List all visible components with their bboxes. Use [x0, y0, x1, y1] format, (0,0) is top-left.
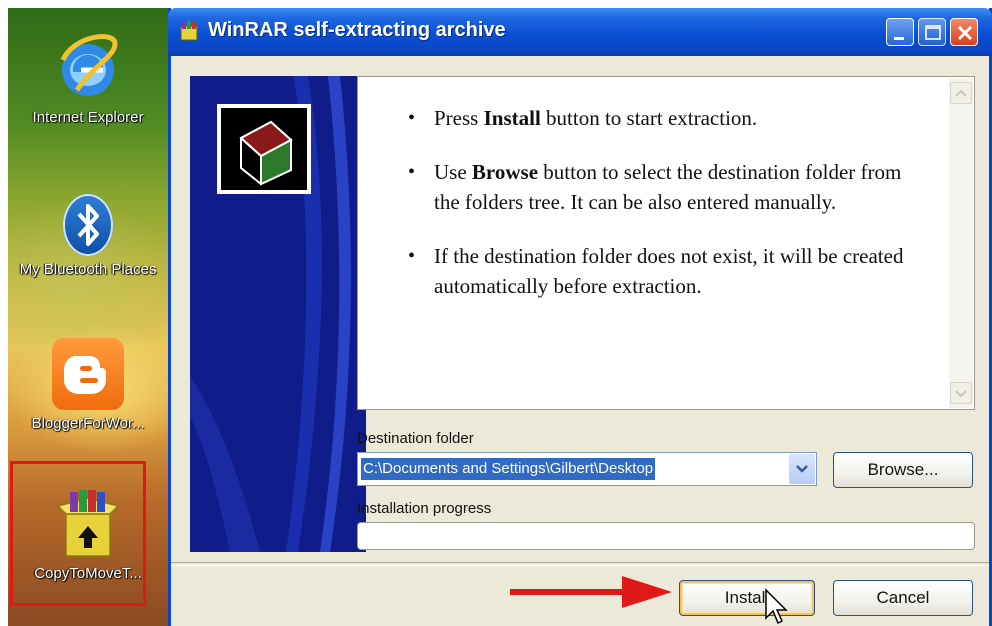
instruction-item: If the destination folder does not exist…	[408, 241, 928, 301]
desktop-icon-label: BloggerForWor...	[31, 415, 145, 432]
dropdown-button[interactable]	[789, 454, 815, 484]
installation-progress-bar	[357, 522, 975, 550]
desktop-icon-internet-explorer[interactable]: Internet Explorer	[8, 30, 168, 128]
close-button[interactable]	[950, 18, 978, 46]
browse-button[interactable]: Browse...	[833, 452, 973, 488]
internet-explorer-icon	[53, 30, 123, 104]
destination-folder-label: Destination folder	[357, 430, 474, 447]
desktop-icon-blogger[interactable]: BloggerForWor...	[8, 338, 168, 434]
maximize-button[interactable]	[918, 18, 946, 46]
destination-folder-combobox[interactable]: C:\Documents and Settings\Gilbert\Deskto…	[357, 452, 817, 486]
side-banner	[190, 76, 366, 552]
installation-progress-label: Installation progress	[357, 500, 492, 517]
highlight-box	[10, 461, 146, 606]
cancel-button[interactable]: Cancel	[833, 580, 973, 616]
window-title: WinRAR self-extracting archive	[208, 19, 506, 41]
winrar-sfx-window: WinRAR self-extracting archive • Press I…	[168, 8, 992, 626]
scroll-down-button[interactable]	[950, 382, 972, 404]
minimize-button[interactable]	[886, 18, 914, 46]
chevron-down-icon	[796, 465, 808, 473]
desktop: Internet Explorer My Bluetooth Places Bl…	[8, 8, 168, 626]
instructions-textbox[interactable]: Press Install button to start extraction…	[357, 76, 975, 410]
desktop-icon-label: Internet Explorer	[32, 109, 144, 126]
desktop-icon-label: My Bluetooth Places	[19, 261, 157, 278]
instruction-item: Use Browse button to select the destinat…	[408, 157, 928, 217]
window-body: Press Install button to start extraction…	[171, 56, 989, 626]
instruction-item: Press Install button to start extraction…	[408, 103, 928, 133]
mouse-cursor-icon	[765, 588, 788, 625]
install-button[interactable]: Install	[679, 580, 815, 616]
instruction-list: Press Install button to start extraction…	[408, 103, 928, 325]
scroll-up-button[interactable]	[950, 82, 972, 104]
vertical-scrollbar[interactable]	[949, 78, 973, 408]
desktop-icon-bluetooth[interactable]: My Bluetooth Places	[8, 194, 168, 280]
destination-folder-value[interactable]: C:\Documents and Settings\Gilbert\Deskto…	[361, 458, 656, 480]
title-bar[interactable]: WinRAR self-extracting archive	[168, 8, 992, 56]
bluetooth-icon	[63, 194, 113, 256]
red-arrow-annotation	[510, 576, 672, 608]
winrar-app-icon	[178, 20, 200, 42]
winrar-logo	[217, 104, 311, 194]
separator	[171, 562, 989, 566]
blogger-icon	[52, 338, 124, 410]
